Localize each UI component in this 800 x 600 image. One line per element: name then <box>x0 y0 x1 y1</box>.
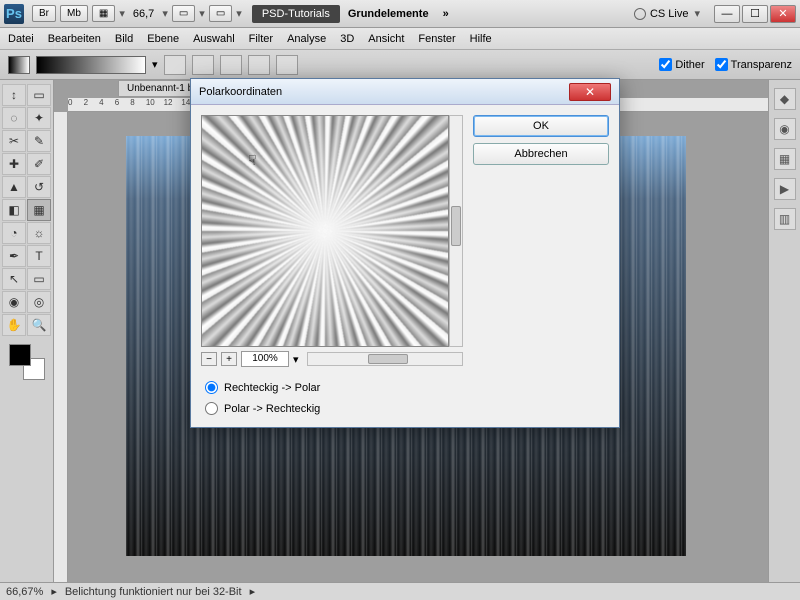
status-chevron[interactable]: ▸ <box>51 585 57 598</box>
shape-tool[interactable]: ▭ <box>27 268 51 290</box>
zoom-in-button[interactable]: + <box>221 352 237 366</box>
chevron-icon: ▾ <box>152 58 158 71</box>
maximize-button[interactable]: ☐ <box>742 5 768 23</box>
foreground-color[interactable] <box>9 344 31 366</box>
gradient-reflected[interactable] <box>248 55 270 75</box>
brush-tool[interactable]: ✐ <box>27 153 51 175</box>
dialog-titlebar[interactable]: Polarkoordinaten ✕ <box>191 79 619 105</box>
menu-hilfe[interactable]: Hilfe <box>470 33 492 45</box>
wand-tool[interactable]: ✦ <box>27 107 51 129</box>
bridge-button[interactable]: Br <box>32 5 56 22</box>
chevron-icon: ▾ <box>117 7 127 20</box>
eraser-tool[interactable]: ◧ <box>2 199 26 221</box>
more-icon[interactable]: » <box>437 8 455 20</box>
workspace-name[interactable]: Grundelemente <box>340 5 437 23</box>
menu-ansicht[interactable]: Ansicht <box>368 33 404 45</box>
marquee-tool[interactable]: ▭ <box>27 84 51 106</box>
move-tool[interactable]: ↕ <box>2 84 26 106</box>
adjust-icon[interactable]: ▦ <box>774 148 796 170</box>
statusbar: 66,67% ▸ Belichtung funktioniert nur bei… <box>0 582 800 600</box>
chevron-icon: ▾ <box>692 7 702 20</box>
heal-tool[interactable]: ✚ <box>2 153 26 175</box>
color-icon[interactable]: ◉ <box>774 118 796 140</box>
hand-tool[interactable]: ✋ <box>2 314 26 336</box>
transparenz-checkbox[interactable]: Transparenz <box>715 58 792 71</box>
stamp-tool[interactable]: ▲ <box>2 176 26 198</box>
menu-bild[interactable]: Bild <box>115 33 133 45</box>
menu-fenster[interactable]: Fenster <box>418 33 455 45</box>
menu-filter[interactable]: Filter <box>249 33 273 45</box>
cancel-button[interactable]: Abbrechen <box>473 143 609 165</box>
dither-checkbox[interactable]: Dither <box>659 58 704 71</box>
menubar: Datei Bearbeiten Bild Ebene Auswahl Filt… <box>0 28 800 50</box>
status-chevron[interactable]: ▸ <box>250 585 256 598</box>
chevron-icon[interactable]: ▾ <box>293 353 299 366</box>
chevron-icon: ▾ <box>197 7 207 20</box>
zoom-level[interactable]: 66,7 <box>127 8 160 20</box>
menu-datei[interactable]: Datei <box>8 33 34 45</box>
menu-bearbeiten[interactable]: Bearbeiten <box>48 33 101 45</box>
lasso-tool[interactable]: ◌ <box>2 107 26 129</box>
cslive-label[interactable]: CS Live <box>650 8 689 20</box>
type-tool[interactable]: T <box>27 245 51 267</box>
blur-tool[interactable]: ◔ <box>2 222 26 244</box>
view-button[interactable]: ▭ <box>172 5 195 22</box>
dialog-title: Polarkoordinaten <box>199 86 282 98</box>
eyedropper-tool[interactable]: ✎ <box>27 130 51 152</box>
menu-3d[interactable]: 3D <box>340 33 354 45</box>
polar-dialog: Polarkoordinaten ✕ ☟ − + 100% ▾ OK Abbre… <box>190 78 620 428</box>
arrange-button[interactable]: ▦ <box>92 5 115 22</box>
preview-hscroll[interactable] <box>307 352 463 366</box>
pen-tool[interactable]: ✒ <box>2 245 26 267</box>
app-icon: Ps <box>4 4 24 24</box>
path-tool[interactable]: ↖ <box>2 268 26 290</box>
titlebar: Ps Br Mb ▦ ▾ 66,7 ▾ ▭ ▾ ▭ ▾ PSD-Tutorial… <box>0 0 800 28</box>
minimize-button[interactable]: — <box>714 5 740 23</box>
gradient-diamond[interactable] <box>276 55 298 75</box>
gradient-linear[interactable] <box>164 55 186 75</box>
3d-tool[interactable]: ◉ <box>2 291 26 313</box>
crop-tool[interactable]: ✂ <box>2 130 26 152</box>
minibridge-button[interactable]: Mb <box>60 5 88 22</box>
camera-tool[interactable]: ◎ <box>27 291 51 313</box>
preview-image[interactable]: ☟ <box>201 115 449 347</box>
ruler-vertical <box>54 112 68 582</box>
color-swatch[interactable] <box>9 344 45 380</box>
gradient-tool[interactable]: ▦ <box>27 199 51 221</box>
history-tool[interactable]: ↺ <box>27 176 51 198</box>
cslive-icon <box>634 8 646 20</box>
menu-analyse[interactable]: Analyse <box>287 33 326 45</box>
ok-button[interactable]: OK <box>473 115 609 137</box>
screen-button[interactable]: ▭ <box>209 5 232 22</box>
close-button[interactable]: ✕ <box>770 5 796 23</box>
option-rect-to-polar[interactable]: Rechteckig -> Polar <box>205 381 320 394</box>
layers-icon[interactable]: ◆ <box>774 88 796 110</box>
dialog-close-button[interactable]: ✕ <box>569 83 611 101</box>
preview-zoom[interactable]: 100% <box>241 351 289 367</box>
gradient-picker[interactable] <box>36 56 146 74</box>
dodge-tool[interactable]: ☼ <box>27 222 51 244</box>
status-message: Belichtung funktioniert nur bei 32-Bit <box>65 586 242 598</box>
actions-icon[interactable]: ▥ <box>774 208 796 230</box>
panel-dock: ◆ ◉ ▦ ▶ ▥ <box>768 80 800 582</box>
zoom-tool[interactable]: 🔍 <box>27 314 51 336</box>
options-bar: ▾ Dither Transparenz <box>0 50 800 80</box>
tool-preset[interactable] <box>8 56 30 74</box>
preview-vscroll[interactable] <box>449 115 463 347</box>
gradient-radial[interactable] <box>192 55 214 75</box>
hand-cursor-icon: ☟ <box>248 152 257 169</box>
menu-auswahl[interactable]: Auswahl <box>193 33 235 45</box>
gradient-angle[interactable] <box>220 55 242 75</box>
toolbox: ↕▭ ◌✦ ✂✎ ✚✐ ▲↺ ◧▦ ◔☼ ✒T ↖▭ ◉◎ ✋🔍 <box>0 80 54 582</box>
chevron-icon: ▾ <box>234 7 244 20</box>
workspace-tab[interactable]: PSD-Tutorials <box>252 5 340 23</box>
status-zoom[interactable]: 66,67% <box>6 586 43 598</box>
option-polar-to-rect[interactable]: Polar -> Rechteckig <box>205 402 320 415</box>
history-icon[interactable]: ▶ <box>774 178 796 200</box>
menu-ebene[interactable]: Ebene <box>147 33 179 45</box>
zoom-out-button[interactable]: − <box>201 352 217 366</box>
chevron-icon: ▾ <box>160 7 170 20</box>
